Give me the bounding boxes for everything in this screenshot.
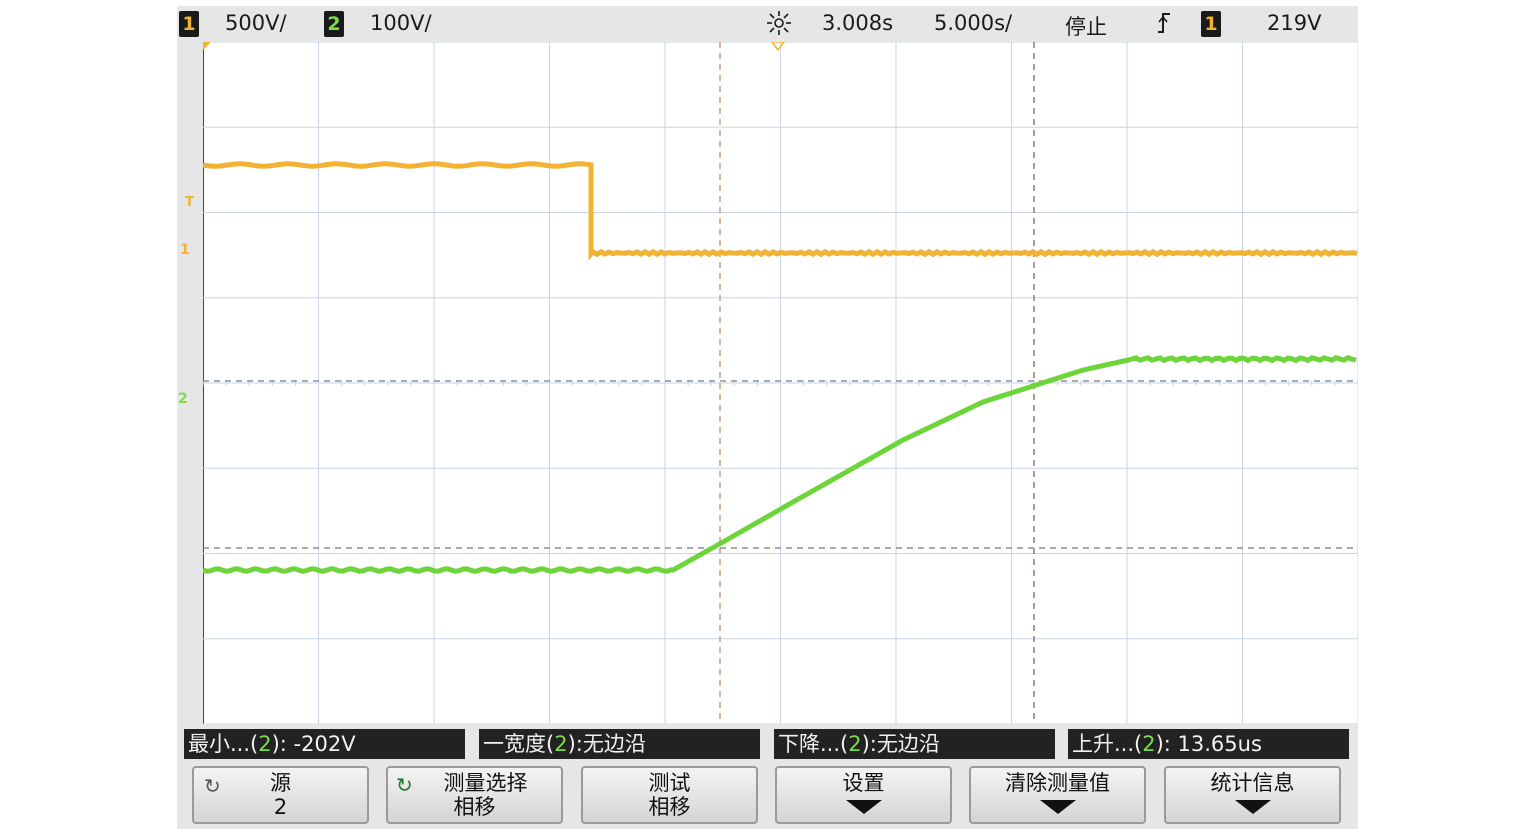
softkey-label: 测量选择 [443, 771, 528, 795]
status-bar: 1 500V/ 2 100V/ 3.008s 5.000s/ 停止 1 219V [177, 6, 1358, 40]
measurement-label: 下降...( [778, 732, 849, 756]
run-state: 停止 [1065, 15, 1107, 39]
softkey-value: 相移 [453, 795, 496, 819]
measurement-neg-width: 一宽度(2):无边沿 [479, 729, 760, 759]
oscilloscope-screen: 1 500V/ 2 100V/ 3.008s 5.000s/ 停止 1 219V… [177, 6, 1358, 829]
channel-1-scale: 500V/ [225, 11, 287, 35]
trigger-marker-label: T [185, 195, 194, 210]
measurement-min: 最小...(2): -202V [184, 729, 465, 759]
trigger-level: 219V [1267, 11, 1322, 35]
softkey-value: 2 [273, 795, 288, 819]
measurement-value: ): 13.65us [1155, 732, 1262, 756]
waveform-origin-marker [203, 42, 211, 50]
measurement-label: 最小...( [188, 732, 259, 756]
channel-1-indicator[interactable]: 1 [179, 11, 199, 37]
acquisition-sun-icon [765, 10, 793, 41]
channel-1-marker-label: 1 [180, 242, 190, 258]
measurement-label: 一宽度( [483, 732, 555, 756]
measure-select-softkey[interactable]: ↻ 测量选择 相移 [386, 766, 563, 824]
channel-2-scale: 100V/ [370, 11, 432, 35]
channel-2-marker-label: 2 [178, 391, 188, 407]
measurement-channel: 2 [554, 732, 568, 756]
waveform-plot [203, 42, 1358, 724]
channel-2-indicator[interactable]: 2 [324, 11, 344, 37]
measurement-bar: 最小...(2): -202V 一宽度(2):无边沿 下降...(2):无边沿 … [177, 726, 1358, 762]
graticule [203, 42, 1358, 724]
softkey-label: 测试 [648, 771, 691, 795]
trigger-time-marker [771, 42, 785, 52]
measurement-channel: 2 [848, 732, 862, 756]
channel-2-badge: 2 [324, 11, 344, 37]
clear-measurements-softkey[interactable]: 清除测量值 [969, 766, 1146, 824]
down-arrow-icon [1039, 800, 1076, 814]
softkey-label: 清除测量值 [1005, 771, 1110, 795]
measurement-value: ):无边沿 [567, 732, 646, 756]
measurement-label: 上升...( [1072, 732, 1143, 756]
settings-softkey[interactable]: 设置 [775, 766, 952, 824]
rotate-knob-icon: ↻ [204, 774, 221, 798]
down-arrow-icon [1234, 800, 1271, 814]
channel-1-badge: 1 [179, 11, 199, 37]
time-delay: 3.008s [822, 11, 894, 35]
measurement-rise-time: 上升...(2): 13.65us [1068, 729, 1349, 759]
trigger-source-badge: 1 [1201, 11, 1221, 37]
source-softkey[interactable]: ↻ 源 2 [192, 766, 369, 824]
softkey-label: 统计信息 [1210, 771, 1295, 795]
measurement-value: ): -202V [271, 732, 356, 756]
rising-edge-icon [1155, 10, 1173, 41]
waveform-display[interactable] [203, 42, 1358, 724]
time-scale: 5.000s/ [934, 11, 1013, 35]
softkey-label: 设置 [842, 771, 885, 795]
channel-2-trace [203, 354, 1357, 574]
softkey-bar: ↻ 源 2 ↻ 测量选择 相移 测试 相移 设置 清除测量值 统计信息 [177, 764, 1358, 829]
softkey-value: 相移 [648, 795, 691, 819]
test-softkey[interactable]: 测试 相移 [581, 766, 758, 824]
down-arrow-icon [845, 800, 882, 814]
measurement-channel: 2 [258, 732, 272, 756]
statistics-softkey[interactable]: 统计信息 [1164, 766, 1341, 824]
select-knob-icon: ↻ [396, 773, 413, 797]
measurement-channel: 2 [1142, 732, 1156, 756]
measurement-fall-time: 下降...(2):无边沿 [774, 729, 1055, 759]
measurement-value: ):无边沿 [861, 732, 940, 756]
trigger-source[interactable]: 1 [1201, 11, 1221, 37]
